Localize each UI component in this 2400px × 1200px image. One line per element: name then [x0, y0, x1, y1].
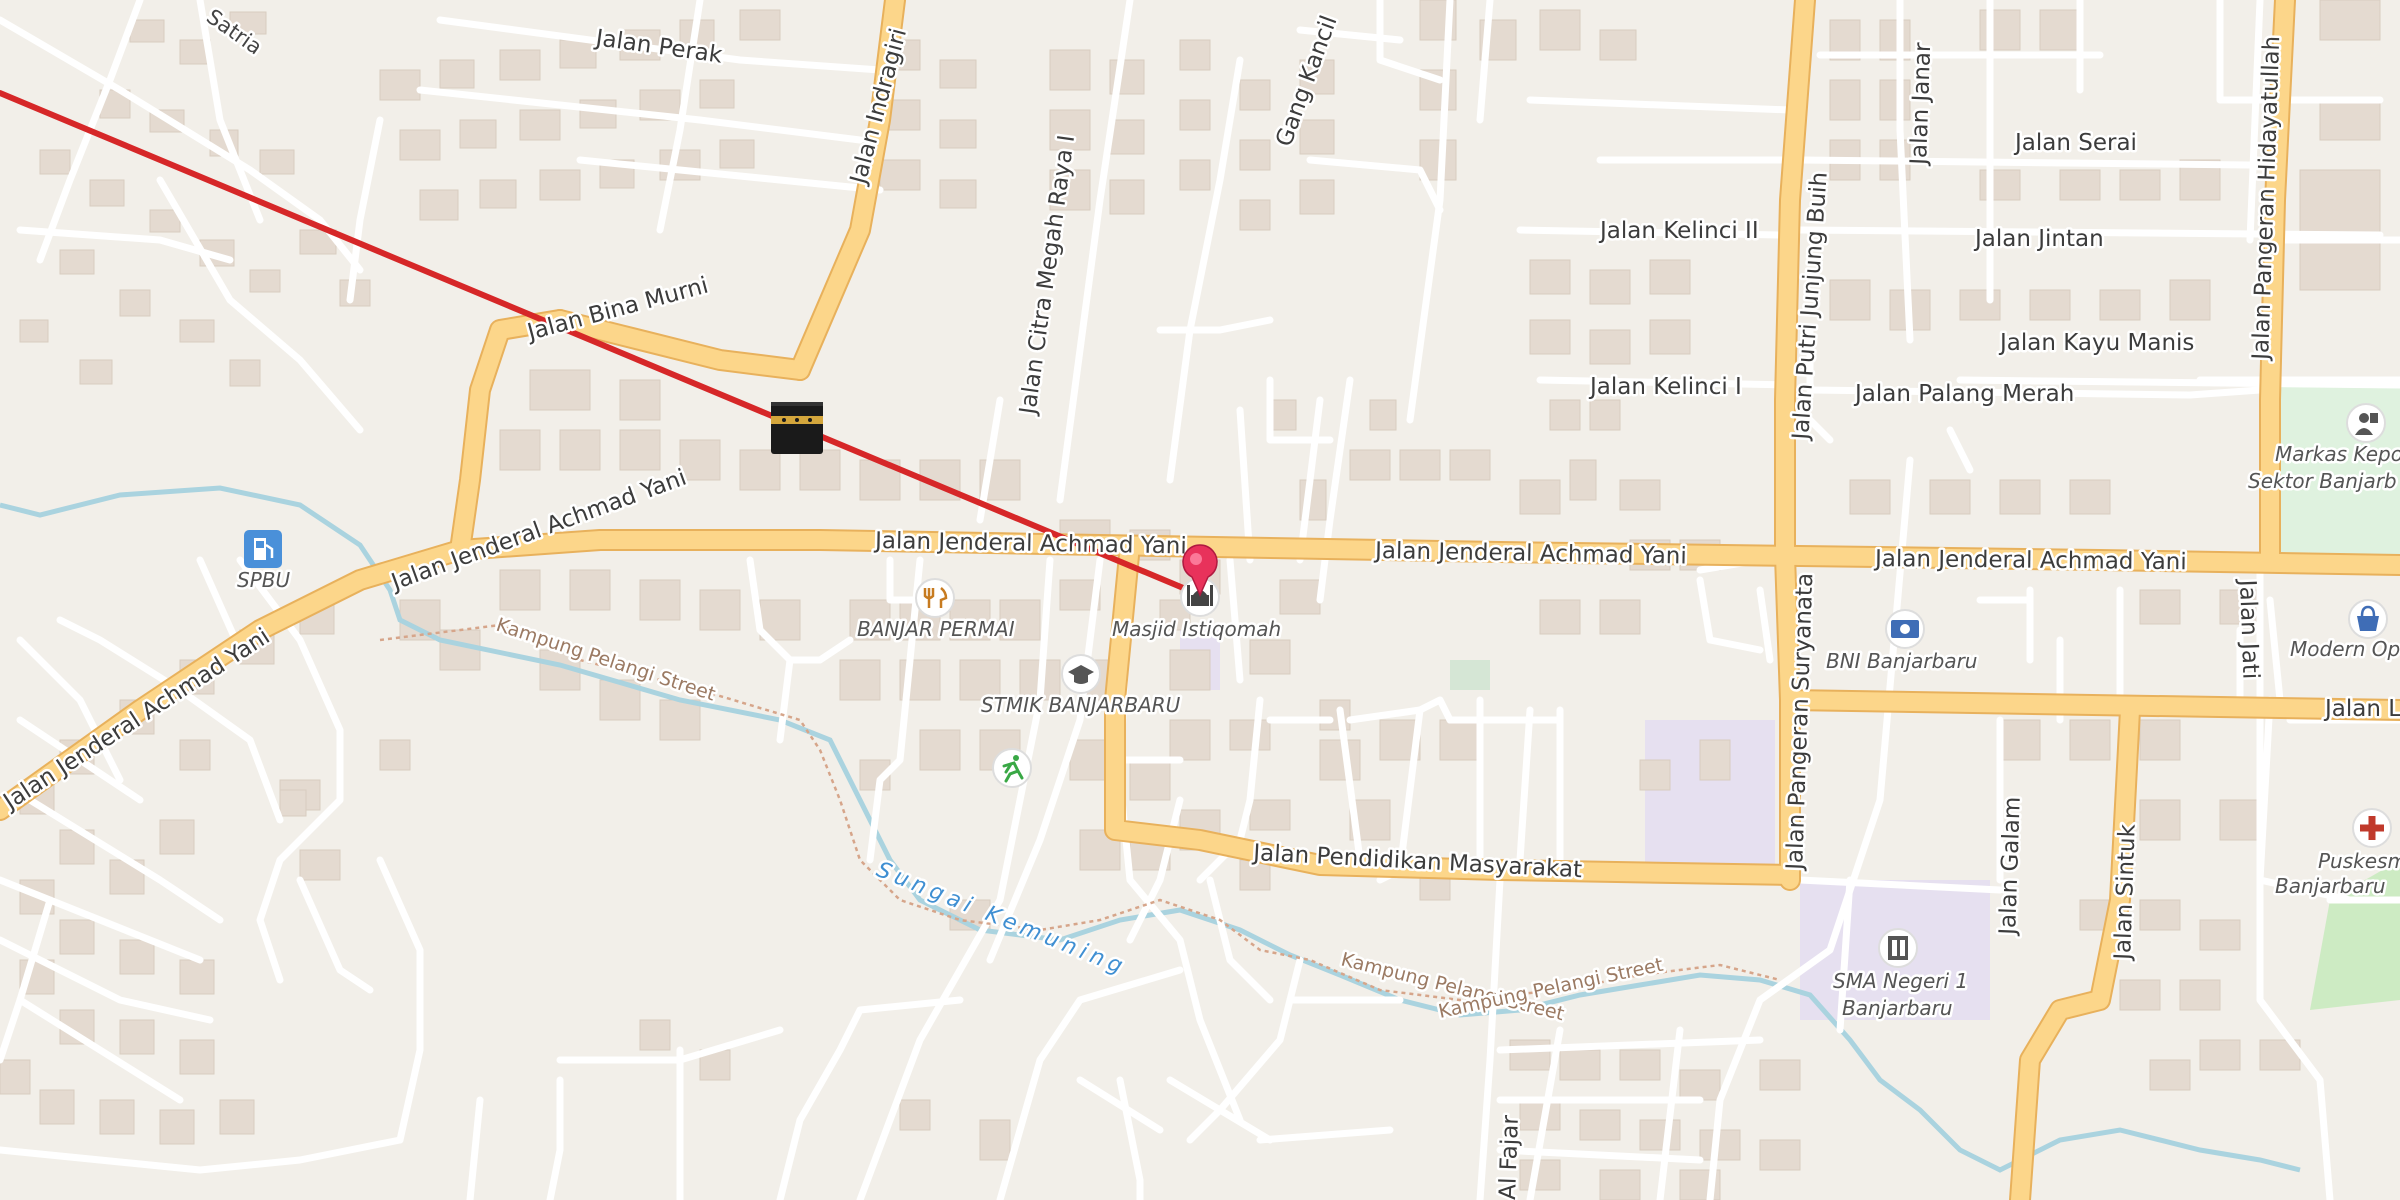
- poi-label-puskesmas-1: Puskesm: [2318, 849, 2400, 873]
- poi-label-markas-1: Markas Kepo: [2275, 442, 2400, 466]
- street-label-jati: Jalan Jati: [2234, 577, 2264, 679]
- shopping-bag-icon[interactable]: [2348, 599, 2388, 639]
- poi-label-spbu: SPBU: [237, 568, 290, 592]
- poi-label-sma-1: SMA Negeri 1: [1833, 969, 1968, 993]
- street-label-galam: Jalan Galam: [1995, 796, 2026, 937]
- street-label-ahmad-yani-5: Jalan Jenderal Achmad Yani: [1873, 546, 2187, 575]
- restaurant-icon[interactable]: [915, 578, 955, 618]
- police-icon[interactable]: [2346, 403, 2386, 443]
- poi-label-masjid: Masjid Istiqomah: [1112, 617, 1281, 641]
- school-icon[interactable]: [1878, 928, 1918, 968]
- street-label-kayu-manis: Jalan Kayu Manis: [1998, 330, 2194, 356]
- graduation-cap-icon[interactable]: [1061, 654, 1101, 694]
- poi-label-sma-2: Banjarbaru: [1842, 996, 1953, 1020]
- poi-label-modern: Modern Op: [2290, 637, 2400, 661]
- street-label-sintuk: Jalan Sintuk: [2110, 823, 2141, 962]
- street-label-kelinci-i: Jalan Kelinci I: [1588, 374, 1742, 400]
- street-label-kelinci-ii: Jalan Kelinci II: [1598, 218, 1759, 244]
- street-label-ahmad-yani-3: Jalan Jenderal Achmad Yani: [873, 528, 1187, 559]
- running-icon[interactable]: [992, 748, 1032, 788]
- street-label-ahmad-yani-4: Jalan Jenderal Achmad Yani: [1373, 538, 1687, 569]
- poi-label-puskesmas-2: Banjarbaru: [2275, 874, 2386, 898]
- poi-label-markas-2: Sektor Banjarb: [2248, 469, 2397, 493]
- street-label-al-fajar: Al Fajar: [1495, 1114, 1524, 1200]
- street-label-jintan: Jalan Jintan: [1973, 226, 2104, 252]
- street-label-janar: Jalan Janar: [1906, 42, 1936, 168]
- map-view[interactable]: Satria Jalan Perak Jalan Indragiri Gang …: [0, 0, 2400, 1200]
- kaaba-icon[interactable]: [771, 402, 823, 454]
- map-canvas[interactable]: Satria Jalan Perak Jalan Indragiri Gang …: [0, 0, 2400, 1200]
- street-label-palang-merah: Jalan Palang Merah: [1853, 381, 2074, 407]
- street-label-jalan-l: Jalan L: [2323, 696, 2400, 722]
- medical-cross-icon[interactable]: [2352, 808, 2392, 848]
- poi-label-bni: BNI Banjarbaru: [1826, 649, 1977, 673]
- poi-label-banjar-permai: BANJAR PERMAI: [857, 617, 1015, 641]
- street-label-serai: Jalan Serai: [2013, 130, 2137, 156]
- bank-icon[interactable]: [1885, 609, 1925, 649]
- fuel-station-icon[interactable]: [244, 530, 282, 568]
- poi-label-stmik: STMIK BANJARBARU: [981, 693, 1181, 717]
